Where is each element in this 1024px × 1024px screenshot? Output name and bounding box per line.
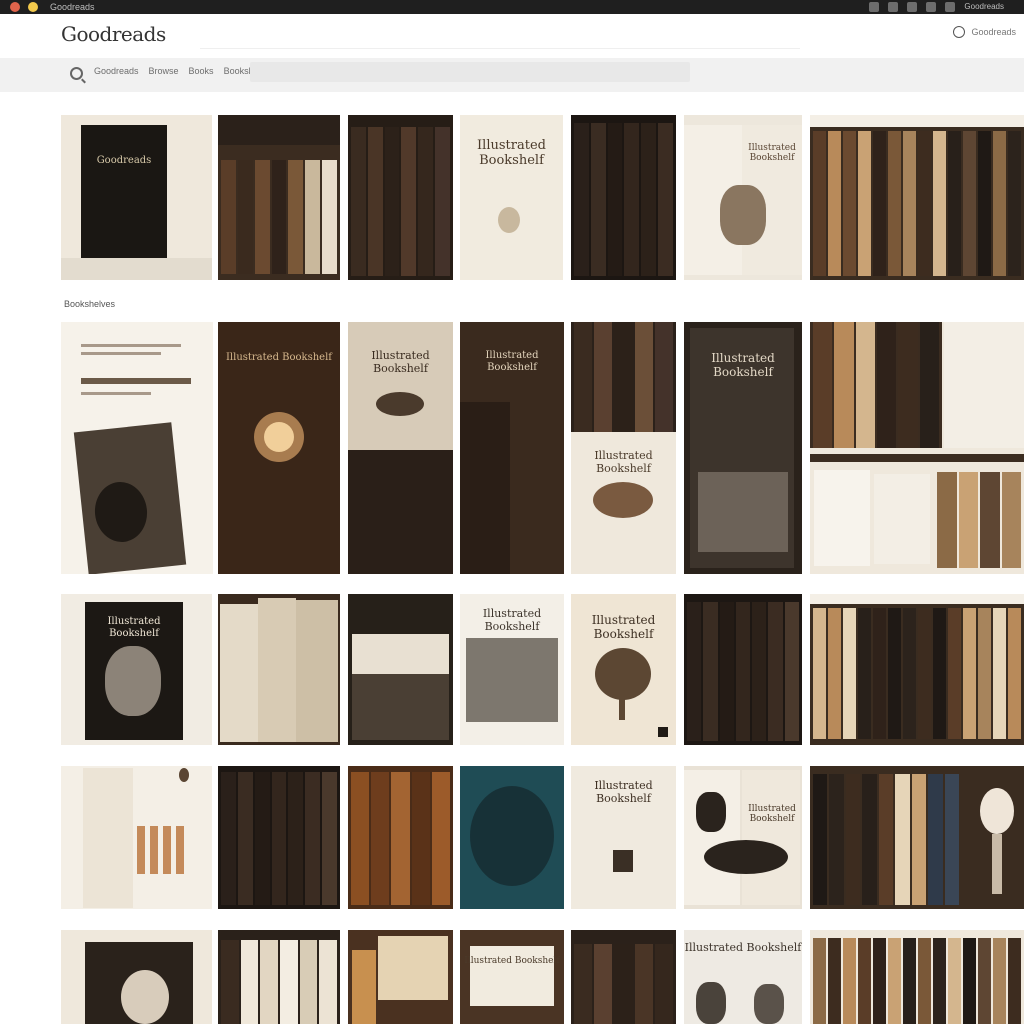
book-tile[interactable]: Illustrated Bookshelf: [218, 322, 340, 574]
book-tile[interactable]: [348, 930, 453, 1024]
site-header: Goodreads Goodreads: [0, 14, 1024, 58]
book-tile[interactable]: [218, 594, 340, 745]
book-tile[interactable]: [348, 115, 453, 280]
user-label: Goodreads: [971, 27, 1016, 37]
book-title: Illustrated Bookshelf: [371, 349, 430, 375]
book-title: Goodreads: [96, 155, 152, 166]
top-search-field[interactable]: [200, 28, 800, 49]
book-tile[interactable]: [460, 766, 564, 909]
section-heading: Bookshelves: [64, 299, 116, 309]
tray-icon[interactable]: [926, 2, 937, 12]
os-window-title: Goodreads: [50, 2, 95, 12]
book-tile[interactable]: Illustrated Bookshelf: [571, 766, 676, 909]
book-title: Illustrated Bookshelf: [684, 941, 802, 954]
book-tile[interactable]: Illustrated Bookshelf: [571, 322, 676, 574]
book-tile[interactable]: [810, 766, 1024, 909]
book-tile[interactable]: Illustrated Bookshelf: [684, 930, 802, 1024]
breadcrumb: Goodreads Browse Books Bookshelves: [94, 66, 275, 76]
book-tile[interactable]: Illustrated Bookshelf: [460, 115, 563, 280]
book-tile[interactable]: [810, 594, 1024, 745]
book-tile[interactable]: Illustrated Bookshelf: [684, 766, 802, 909]
book-tile[interactable]: Goodreads: [61, 115, 212, 280]
tray-icon[interactable]: [945, 2, 956, 12]
book-tile[interactable]: Illustrated Bookshelf: [460, 322, 564, 574]
book-tile[interactable]: [61, 766, 212, 909]
book-tile[interactable]: [571, 930, 676, 1024]
user-icon[interactable]: [953, 26, 966, 38]
book-tile[interactable]: [810, 115, 1024, 280]
book-title: Illustrated Bookshelf: [482, 607, 542, 633]
book-title: Illustrated Bookshelf: [748, 804, 796, 825]
book-title: Illustrated Bookshelf: [225, 352, 333, 363]
browser-icon-secondary[interactable]: [28, 2, 38, 12]
book-tile[interactable]: Illustrated Bookshelf: [684, 115, 802, 280]
book-tile[interactable]: Illustrated Bookshelf: [460, 594, 564, 745]
system-tray: Goodreads: [869, 1, 1004, 13]
tray-icon[interactable]: [869, 2, 880, 12]
book-title: Illustrated Bookshelf: [591, 613, 656, 641]
book-title: Illustrated Bookshelf: [711, 351, 775, 379]
book-title: Illustrated Bookshelf: [485, 350, 539, 373]
tray-icon[interactable]: [907, 2, 918, 12]
browser-icon[interactable]: [10, 2, 20, 12]
book-title: Illustrated Bookshelf: [748, 143, 796, 164]
book-tile[interactable]: [348, 766, 453, 909]
os-top-bar: Goodreads Goodreads: [0, 0, 1024, 14]
tray-label: Goodreads: [964, 2, 1004, 11]
book-title: Illustrated Bookshelf: [594, 449, 653, 475]
book-tile[interactable]: Illustrated Bookshelf: [684, 322, 802, 574]
book-tile[interactable]: [218, 766, 340, 909]
book-tile[interactable]: [684, 594, 802, 745]
book-title: Illustrated Bookshelf: [594, 779, 653, 805]
book-tile[interactable]: [810, 930, 1024, 1024]
book-tile[interactable]: Illustrated Bookshelf: [460, 930, 564, 1024]
book-tile[interactable]: [571, 115, 676, 280]
breadcrumb-item[interactable]: Goodreads: [94, 66, 139, 76]
book-tile[interactable]: Illustrated Bookshelf: [571, 594, 676, 745]
book-tile[interactable]: Illustrated Bookshelf: [348, 322, 453, 574]
book-title: Illustrated Bookshelf: [464, 956, 560, 966]
goodreads-logo[interactable]: Goodreads: [61, 22, 166, 46]
breadcrumb-item[interactable]: Browse: [149, 66, 179, 76]
user-menu[interactable]: Goodreads: [953, 26, 1016, 38]
book-tile[interactable]: Illustrated Bookshelf: [61, 594, 212, 745]
breadcrumb-item[interactable]: Books: [189, 66, 214, 76]
book-tile[interactable]: [218, 115, 340, 280]
book-tile[interactable]: [61, 322, 213, 574]
book-tile[interactable]: [218, 930, 340, 1024]
book-tile[interactable]: [348, 594, 453, 745]
search-icon[interactable]: [70, 67, 83, 80]
book-title: Illustrated Bookshelf: [107, 616, 161, 639]
filter-bar: Goodreads Browse Books Bookshelves: [0, 58, 1024, 92]
book-tile[interactable]: [810, 322, 1024, 574]
book-tile[interactable]: [61, 930, 212, 1024]
tray-icon[interactable]: [888, 2, 899, 12]
filter-input[interactable]: [250, 62, 690, 82]
book-title: Illustrated Bookshelf: [477, 138, 546, 168]
